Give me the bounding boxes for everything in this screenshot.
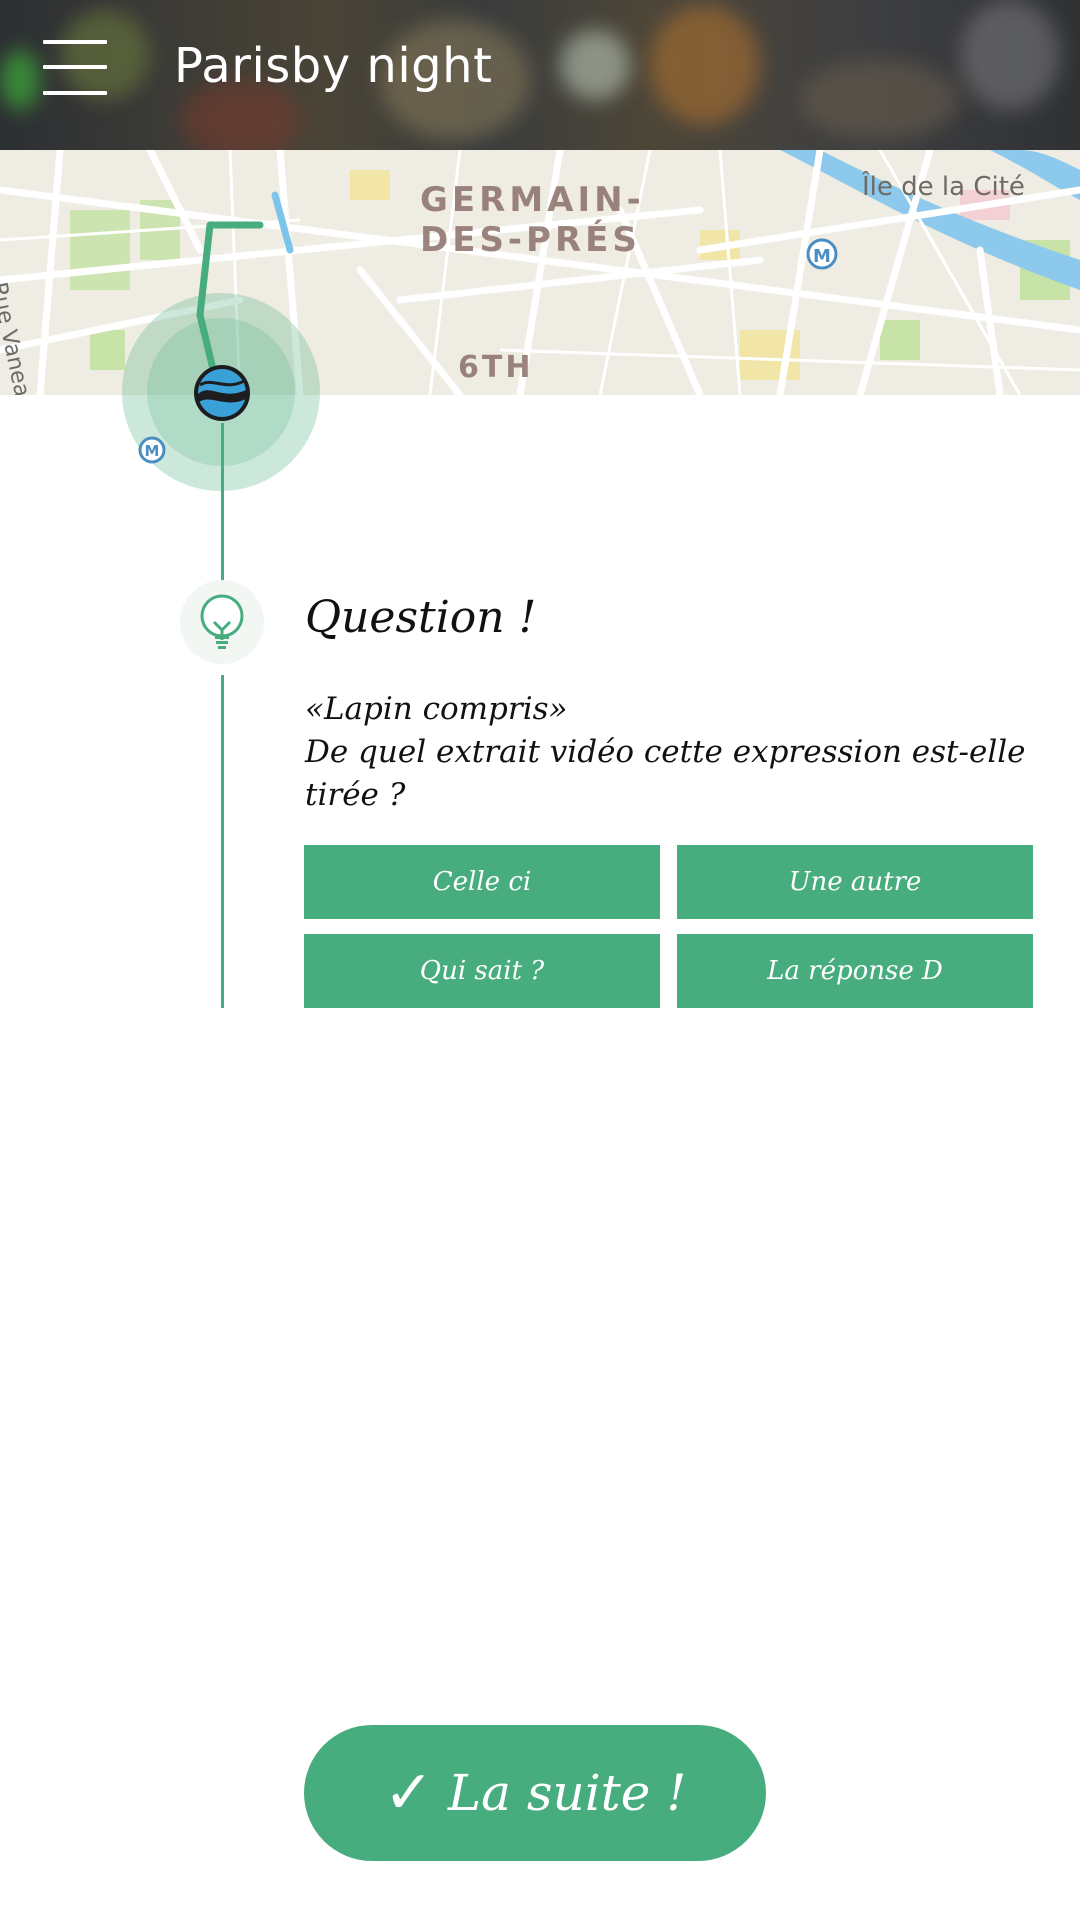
question-title: Question ! bbox=[305, 592, 537, 643]
question-line: tirée ? bbox=[305, 777, 406, 813]
next-button-label: La suite ! bbox=[447, 1764, 687, 1822]
map-label-neighborhood: GERMAIN- bbox=[420, 180, 645, 220]
bokeh-light bbox=[650, 5, 760, 125]
metro-icon: M bbox=[137, 435, 167, 465]
answer-button-d[interactable]: La réponse D bbox=[677, 934, 1033, 1008]
checkmark-icon: ✓ bbox=[383, 1758, 434, 1828]
bokeh-light bbox=[800, 60, 960, 140]
app-title: Parisby night bbox=[174, 38, 493, 94]
bokeh-light bbox=[560, 30, 630, 100]
answer-button-b[interactable]: Une autre bbox=[677, 845, 1033, 919]
next-button[interactable]: ✓ La suite ! bbox=[304, 1725, 766, 1861]
map-label-neighborhood: DES-PRÉS bbox=[420, 220, 641, 260]
bokeh-light bbox=[960, 0, 1060, 110]
timeline-line bbox=[221, 675, 224, 1008]
svg-text:M: M bbox=[145, 442, 160, 460]
svg-text:M: M bbox=[813, 246, 831, 267]
lightbulb-icon bbox=[180, 580, 264, 664]
hamburger-menu-icon[interactable] bbox=[43, 40, 107, 95]
map-label-arrondissement: 6TH bbox=[458, 350, 534, 385]
answer-button-c[interactable]: Qui sait ? bbox=[304, 934, 660, 1008]
app-logo-marker-icon[interactable] bbox=[192, 363, 252, 423]
bokeh-light bbox=[0, 50, 40, 110]
map-label-island: Île de la Cité bbox=[862, 172, 1025, 202]
answer-button-a[interactable]: Celle ci bbox=[304, 845, 660, 919]
question-quote: «Lapin compris» bbox=[305, 691, 568, 727]
timeline-line bbox=[221, 423, 224, 583]
question-line: De quel extrait vidéo cette expression e… bbox=[305, 734, 1026, 770]
question-text: «Lapin compris» De quel extrait vidéo ce… bbox=[305, 688, 1045, 817]
